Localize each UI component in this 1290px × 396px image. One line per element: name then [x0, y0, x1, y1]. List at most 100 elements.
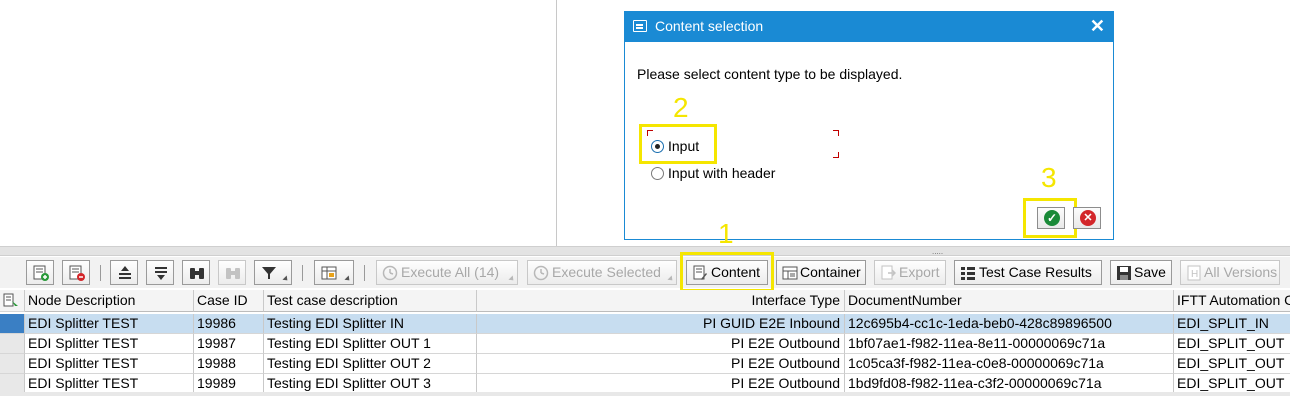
- cell-case-id: 19989: [194, 374, 264, 394]
- table-row[interactable]: EDI Splitter TEST 19986 Testing EDI Spli…: [0, 314, 1290, 334]
- cell-node-description: EDI Splitter TEST: [25, 334, 194, 354]
- radio-button[interactable]: [651, 167, 664, 180]
- column-header-iftt-automation[interactable]: IFTT Automation C: [1174, 290, 1290, 312]
- dialog-message: Please select content type to be display…: [637, 66, 903, 82]
- focus-corner: [647, 130, 653, 136]
- execute-all-label: Execute All (14): [401, 264, 500, 280]
- cell-test-case-description: Testing EDI Splitter OUT 3: [264, 374, 477, 394]
- column-header-interface-type[interactable]: Interface Type: [477, 290, 845, 312]
- pane-divider: [556, 0, 557, 246]
- cell-iftt-automation: EDI_SPLIT_OUT: [1174, 354, 1290, 374]
- focus-corner: [833, 130, 839, 136]
- pane-splitter[interactable]: .....: [0, 246, 1290, 256]
- table-header-row: Node Description Case ID Test case descr…: [0, 290, 1290, 312]
- row-selector[interactable]: [0, 374, 25, 394]
- cell-interface-type: PI GUID E2E Inbound: [477, 314, 845, 334]
- cell-test-case-description: Testing EDI Splitter IN: [264, 314, 477, 334]
- container-button[interactable]: Container: [776, 260, 866, 285]
- annotation-step-3: 3: [1041, 162, 1057, 193]
- results-list-icon: [961, 267, 975, 280]
- chevron-down-icon: [667, 275, 675, 283]
- all-versions-label: All Versions: [1204, 264, 1278, 280]
- delete-row-button[interactable]: [62, 260, 90, 285]
- test-case-results-button[interactable]: Test Case Results: [954, 260, 1102, 285]
- add-row-button[interactable]: [26, 260, 54, 285]
- find-button[interactable]: [182, 260, 210, 285]
- cell-case-id: 19987: [194, 334, 264, 354]
- export-button[interactable]: Export: [874, 260, 946, 285]
- sort-descending-button[interactable]: [146, 260, 174, 285]
- column-header-node-description[interactable]: Node Description: [25, 290, 194, 312]
- cell-iftt-automation: EDI_SPLIT_OUT: [1174, 334, 1290, 354]
- export-icon: [881, 265, 896, 280]
- cell-interface-type: PI E2E Outbound: [477, 334, 845, 354]
- cell-node-description: EDI Splitter TEST: [25, 314, 194, 334]
- cell-iftt-automation: EDI_SPLIT_IN: [1174, 314, 1290, 334]
- dialog-title-bar[interactable]: Content selection ✕: [625, 12, 1113, 42]
- add-row-icon: [33, 265, 49, 281]
- column-header-document-number[interactable]: DocumentNumber: [845, 290, 1174, 312]
- focus-corner: [833, 152, 839, 158]
- row-selector[interactable]: [0, 314, 25, 334]
- column-header-test-case-description[interactable]: Test case description: [264, 290, 477, 312]
- select-all-cell[interactable]: [0, 290, 25, 312]
- cell-interface-type: PI E2E Outbound: [477, 354, 845, 374]
- radio-button-selected[interactable]: [651, 140, 664, 153]
- annotation-step-2: 2: [673, 92, 689, 123]
- row-selector[interactable]: [0, 354, 25, 374]
- sort-descending-icon: [155, 267, 167, 280]
- splitter-grip[interactable]: .....: [932, 248, 943, 256]
- container-icon: [782, 266, 798, 280]
- clock-icon: [533, 265, 549, 281]
- table-row[interactable]: EDI Splitter TEST 19988 Testing EDI Spli…: [0, 354, 1290, 374]
- ok-button[interactable]: ✓: [1037, 207, 1065, 229]
- cell-node-description: EDI Splitter TEST: [25, 374, 194, 394]
- table-row[interactable]: EDI Splitter TEST 19989 Testing EDI Spli…: [0, 374, 1290, 394]
- annotation-box-content: [680, 252, 774, 292]
- cell-test-case-description: Testing EDI Splitter OUT 1: [264, 334, 477, 354]
- test-case-results-label: Test Case Results: [979, 264, 1092, 280]
- column-header-case-id[interactable]: Case ID: [194, 290, 264, 312]
- check-circle-icon: ✓: [1044, 210, 1060, 226]
- cancel-circle-icon: ✕: [1080, 210, 1096, 226]
- find-next-button[interactable]: [218, 260, 246, 285]
- content-selection-dialog: Content selection ✕ Please select conten…: [624, 11, 1114, 240]
- annotation-step-1: 1: [718, 218, 734, 249]
- dialog-title: Content selection: [655, 18, 764, 34]
- history-icon: H: [1187, 265, 1201, 281]
- window-icon: [633, 20, 647, 32]
- cell-case-id: 19988: [194, 354, 264, 374]
- delete-row-icon: [69, 265, 85, 281]
- cell-iftt-automation: EDI_SPLIT_OUT: [1174, 374, 1290, 394]
- cell-document-number: 1c05ca3f-f982-11ea-c0e8-00000069c71a: [845, 354, 1174, 374]
- execute-all-button[interactable]: Execute All (14): [376, 260, 518, 285]
- row-selector[interactable]: [0, 334, 25, 354]
- chevron-down-icon: [344, 275, 352, 283]
- toolbar-separator: [302, 265, 303, 281]
- all-versions-button[interactable]: H All Versions: [1180, 260, 1280, 285]
- save-button[interactable]: Save: [1110, 260, 1172, 285]
- sort-ascending-icon: [119, 266, 131, 279]
- toolbar-separator: [100, 265, 101, 281]
- toolbar: Execute All (14) Execute Selected Conten…: [0, 252, 1290, 292]
- binoculars-next-icon: [226, 268, 240, 279]
- filter-button[interactable]: [254, 260, 292, 285]
- chevron-down-icon: [508, 275, 516, 283]
- execute-selected-button[interactable]: Execute Selected: [527, 260, 677, 285]
- radio-label: Input: [668, 138, 700, 154]
- container-label: Container: [800, 264, 861, 280]
- cancel-button[interactable]: ✕: [1073, 207, 1101, 229]
- table-row[interactable]: EDI Splitter TEST 19987 Testing EDI Spli…: [0, 334, 1290, 354]
- column-settings-icon: [3, 293, 18, 307]
- binoculars-icon: [190, 268, 204, 279]
- cell-document-number: 1bd9fd08-f982-11ea-c3f2-00000069c71a: [845, 374, 1174, 394]
- save-disk-icon: [1117, 266, 1131, 280]
- cell-interface-type: PI E2E Outbound: [477, 374, 845, 394]
- save-label: Save: [1134, 264, 1166, 280]
- horizontal-scrollbar[interactable]: [0, 392, 1290, 396]
- toolbar-separator: [364, 265, 365, 281]
- cell-document-number: 1bf07ae1-f982-11ea-8e11-00000069c71a: [845, 334, 1174, 354]
- sort-ascending-button[interactable]: [110, 260, 138, 285]
- layout-button[interactable]: [314, 260, 354, 285]
- close-icon[interactable]: ✕: [1090, 16, 1105, 36]
